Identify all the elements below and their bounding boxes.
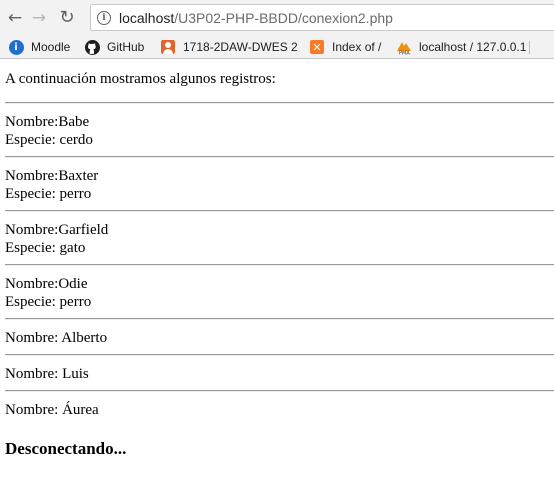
bookmark-label: Moodle bbox=[31, 40, 71, 54]
divider bbox=[5, 102, 554, 104]
info-icon[interactable]: i bbox=[97, 10, 111, 25]
url-host: localhost bbox=[119, 9, 175, 26]
bookmark-moodle[interactable]: i Moodle bbox=[8, 38, 70, 56]
animal-record: Nombre:Babe Especie: cerdo bbox=[5, 113, 93, 149]
person-record: Nombre: Áurea bbox=[5, 402, 99, 418]
bookmark-index[interactable]: ✕ Index of / bbox=[309, 38, 381, 56]
animal-species: Especie: cerdo bbox=[5, 132, 93, 148]
animal-record: Nombre:Baxter Especie: perro bbox=[5, 167, 98, 203]
divider bbox=[5, 210, 554, 212]
bookmark-github[interactable]: GitHub bbox=[84, 38, 144, 56]
intro-text: A continuación mostramos algunos registr… bbox=[5, 71, 276, 87]
svg-text:PMA: PMA bbox=[399, 51, 410, 56]
forward-arrow-icon[interactable]: → bbox=[28, 7, 50, 29]
divider bbox=[5, 354, 554, 356]
animal-record: Nombre:Odie Especie: perro bbox=[5, 275, 91, 311]
animal-name: Nombre:Odie bbox=[5, 276, 88, 292]
reload-icon[interactable]: ↻ bbox=[56, 7, 78, 29]
browser-toolbar: ← → ↻ i localhost/U3P02-PHP-BBDD/conexio… bbox=[0, 0, 554, 35]
animal-name: Nombre:Babe bbox=[5, 114, 90, 130]
bookmark-phpmyadmin[interactable]: PMA localhost / 127.0.0.1 bbox=[396, 38, 526, 56]
bookmark-label: 1718-2DAW-DWES 2 bbox=[183, 40, 298, 54]
animal-name: Nombre:Baxter bbox=[5, 168, 99, 184]
person-record: Nombre: Alberto bbox=[5, 330, 108, 346]
bookmark-label: Index of / bbox=[332, 40, 382, 54]
divider bbox=[5, 264, 554, 266]
bookmark-separator bbox=[529, 41, 530, 54]
user-icon bbox=[160, 39, 176, 55]
animal-species: Especie: perro bbox=[5, 294, 92, 310]
phpmyadmin-icon: PMA bbox=[396, 39, 412, 55]
bookmarks-bar: i Moodle GitHub 1718-2DAW-DWES 2 ✕ Index… bbox=[0, 35, 554, 59]
github-icon bbox=[84, 39, 100, 55]
divider bbox=[5, 318, 554, 320]
back-arrow-icon[interactable]: ← bbox=[4, 7, 26, 29]
bookmark-label: localhost / 127.0.0.1 bbox=[419, 40, 527, 54]
moodle-icon: i bbox=[8, 39, 24, 55]
animal-record: Nombre:Garfield Especie: gato bbox=[5, 221, 108, 257]
address-bar[interactable]: i localhost/U3P02-PHP-BBDD/conexion2.php bbox=[90, 4, 554, 31]
bookmark-label: GitHub bbox=[107, 40, 145, 54]
person-record: Nombre: Luis bbox=[5, 366, 89, 382]
url-path: /U3P02-PHP-BBDD/conexion2.php bbox=[174, 9, 393, 26]
divider bbox=[5, 156, 554, 158]
animal-name: Nombre:Garfield bbox=[5, 222, 109, 238]
animal-species: Especie: gato bbox=[5, 240, 86, 256]
bookmark-dwes[interactable]: 1718-2DAW-DWES 2 bbox=[160, 38, 298, 56]
animal-species: Especie: perro bbox=[5, 186, 92, 202]
divider bbox=[5, 390, 554, 392]
xampp-icon: ✕ bbox=[309, 39, 325, 55]
disconnect-message: Desconectando... bbox=[5, 439, 127, 458]
